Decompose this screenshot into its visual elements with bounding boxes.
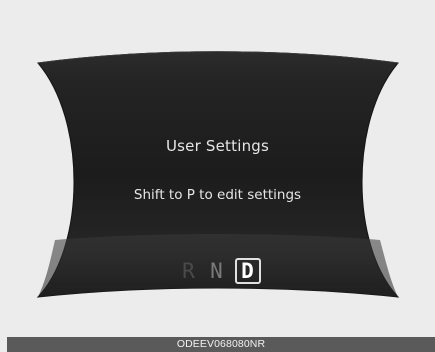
gear-d-selected: D — [234, 258, 261, 284]
caption-bar: ODEEV068080NR — [7, 337, 435, 352]
gear-r: R — [182, 259, 195, 283]
screen-title: User Settings — [165, 137, 270, 155]
gear-indicator: R N D — [0, 258, 435, 284]
cluster-display: User Settings Shift to P to edit setting… — [0, 0, 435, 352]
display-panel-shape — [36, 51, 400, 298]
instruction-message: Shift to P to edit settings — [133, 187, 302, 203]
image-caption: ODEEV068080NR — [176, 338, 266, 350]
gear-n: N — [210, 259, 223, 283]
